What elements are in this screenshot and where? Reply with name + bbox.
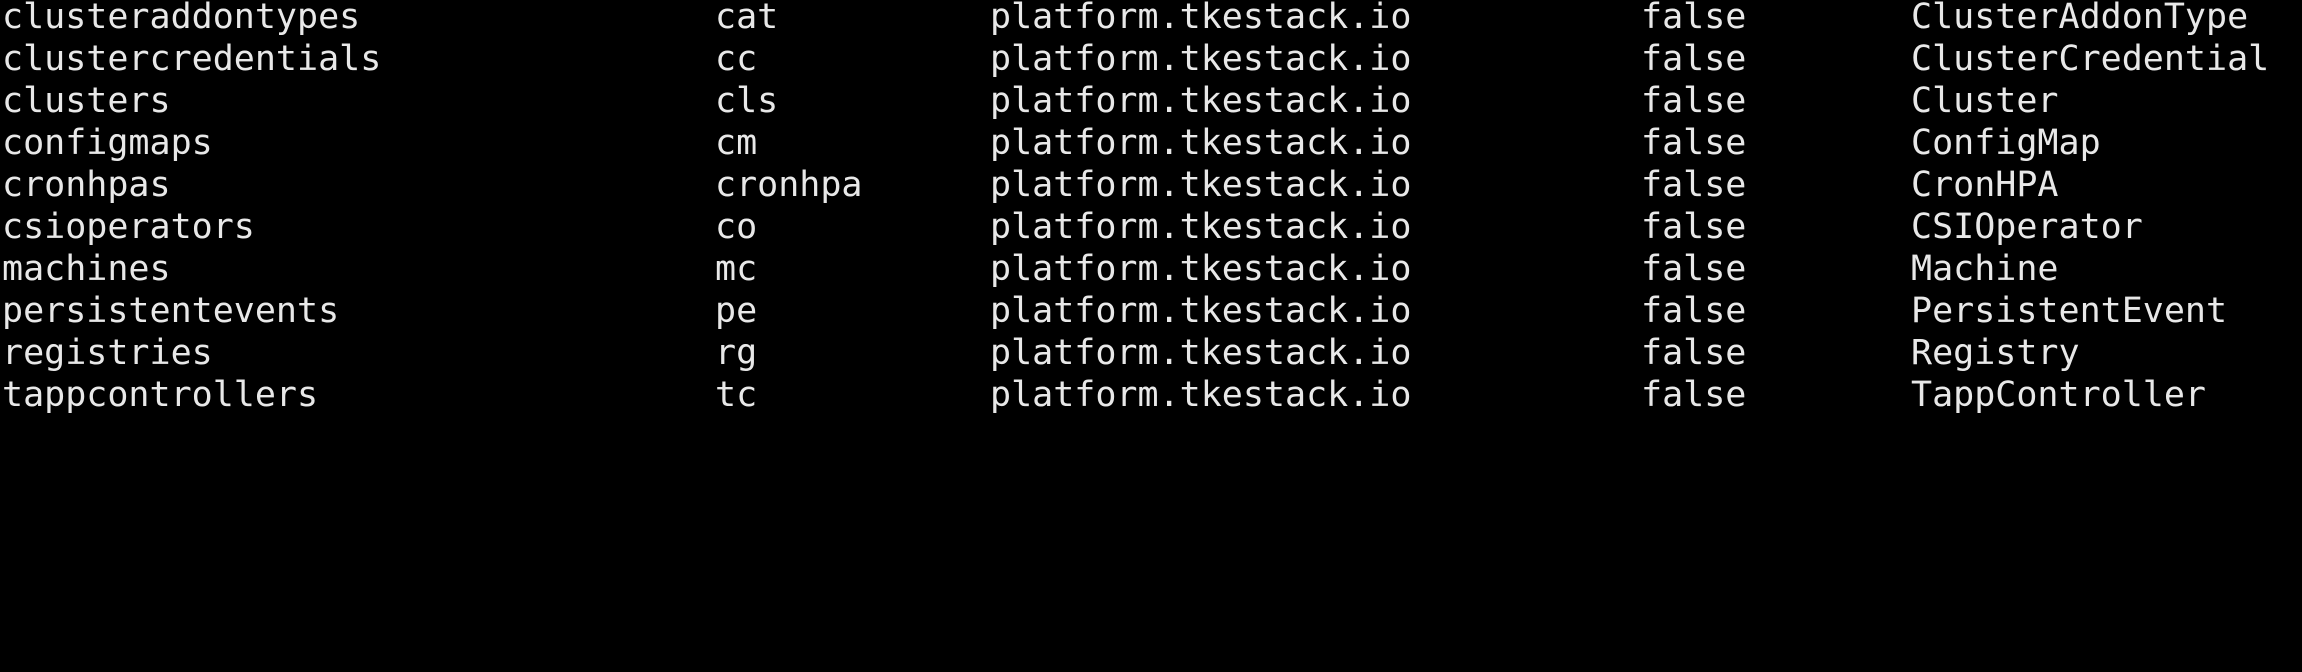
resource-name: cronhpas xyxy=(2,165,171,205)
table-row: clusters cls platform.tkestack.io false … xyxy=(0,81,2302,126)
resource-name: clusteraddontypes xyxy=(2,0,361,37)
resource-namespaced: false xyxy=(1641,81,1747,121)
resource-apigroup: platform.tkestack.io xyxy=(990,249,1412,289)
table-row: registries rg platform.tkestack.io false… xyxy=(0,333,2302,378)
resource-apigroup: platform.tkestack.io xyxy=(990,333,1412,373)
resource-shortname: cm xyxy=(715,123,758,163)
table-row: cronhpas cronhpa platform.tkestack.io fa… xyxy=(0,165,2302,210)
resource-kind: Machine xyxy=(1911,249,2059,289)
resource-name: clustercredentials xyxy=(2,39,382,79)
table-row: tappcontrollers tc platform.tkestack.io … xyxy=(0,375,2302,420)
resource-kind: CronHPA xyxy=(1911,165,2059,205)
resource-name: csioperators xyxy=(2,207,255,247)
resource-shortname: mc xyxy=(715,249,758,289)
resource-namespaced: false xyxy=(1641,0,1747,37)
resource-namespaced: false xyxy=(1641,333,1747,373)
resource-apigroup: platform.tkestack.io xyxy=(990,375,1412,415)
table-row: machines mc platform.tkestack.io false M… xyxy=(0,249,2302,294)
table-row: csioperators co platform.tkestack.io fal… xyxy=(0,207,2302,252)
resource-apigroup: platform.tkestack.io xyxy=(990,39,1412,79)
table-row: configmaps cm platform.tkestack.io false… xyxy=(0,123,2302,168)
resource-apigroup: platform.tkestack.io xyxy=(990,123,1412,163)
resource-namespaced: false xyxy=(1641,249,1747,289)
resource-kind: ConfigMap xyxy=(1911,123,2101,163)
table-row: clustercredentials cc platform.tkestack.… xyxy=(0,39,2302,84)
resource-name: registries xyxy=(2,333,213,373)
resource-apigroup: platform.tkestack.io xyxy=(990,291,1412,331)
resource-shortname: pe xyxy=(715,291,758,331)
resource-name: machines xyxy=(2,249,171,289)
resource-shortname: cat xyxy=(715,0,779,37)
resource-apigroup: platform.tkestack.io xyxy=(990,81,1412,121)
resource-namespaced: false xyxy=(1641,165,1747,205)
resource-namespaced: false xyxy=(1641,207,1747,247)
resource-namespaced: false xyxy=(1641,39,1747,79)
resource-kind: Registry xyxy=(1911,333,2080,373)
resource-kind: PersistentEvent xyxy=(1911,291,2228,331)
resource-shortname: rg xyxy=(715,333,758,373)
resource-name: clusters xyxy=(2,81,171,121)
resource-namespaced: false xyxy=(1641,375,1747,415)
resource-shortname: tc xyxy=(715,375,758,415)
resource-kind: Cluster xyxy=(1911,81,2059,121)
resource-namespaced: false xyxy=(1641,291,1747,331)
table-row: persistentevents pe platform.tkestack.io… xyxy=(0,291,2302,336)
resource-apigroup: platform.tkestack.io xyxy=(990,165,1412,205)
resource-shortname: co xyxy=(715,207,758,247)
resource-name: persistentevents xyxy=(2,291,340,331)
table-row: clusteraddontypes cat platform.tkestack.… xyxy=(0,0,2302,42)
resource-shortname: cronhpa xyxy=(715,165,863,205)
terminal-output: clusteraddontypes cat platform.tkestack.… xyxy=(0,0,2302,416)
resource-namespaced: false xyxy=(1641,123,1747,163)
resource-name: tappcontrollers xyxy=(2,375,319,415)
resource-kind: CSIOperator xyxy=(1911,207,2143,247)
resource-kind: ClusterCredential xyxy=(1911,39,2270,79)
resource-apigroup: platform.tkestack.io xyxy=(990,0,1412,37)
resource-shortname: cls xyxy=(715,81,779,121)
resource-apigroup: platform.tkestack.io xyxy=(990,207,1412,247)
resource-kind: TappController xyxy=(1911,375,2207,415)
resource-kind: ClusterAddonType xyxy=(1911,0,2249,37)
resource-shortname: cc xyxy=(715,39,758,79)
resource-name: configmaps xyxy=(2,123,213,163)
